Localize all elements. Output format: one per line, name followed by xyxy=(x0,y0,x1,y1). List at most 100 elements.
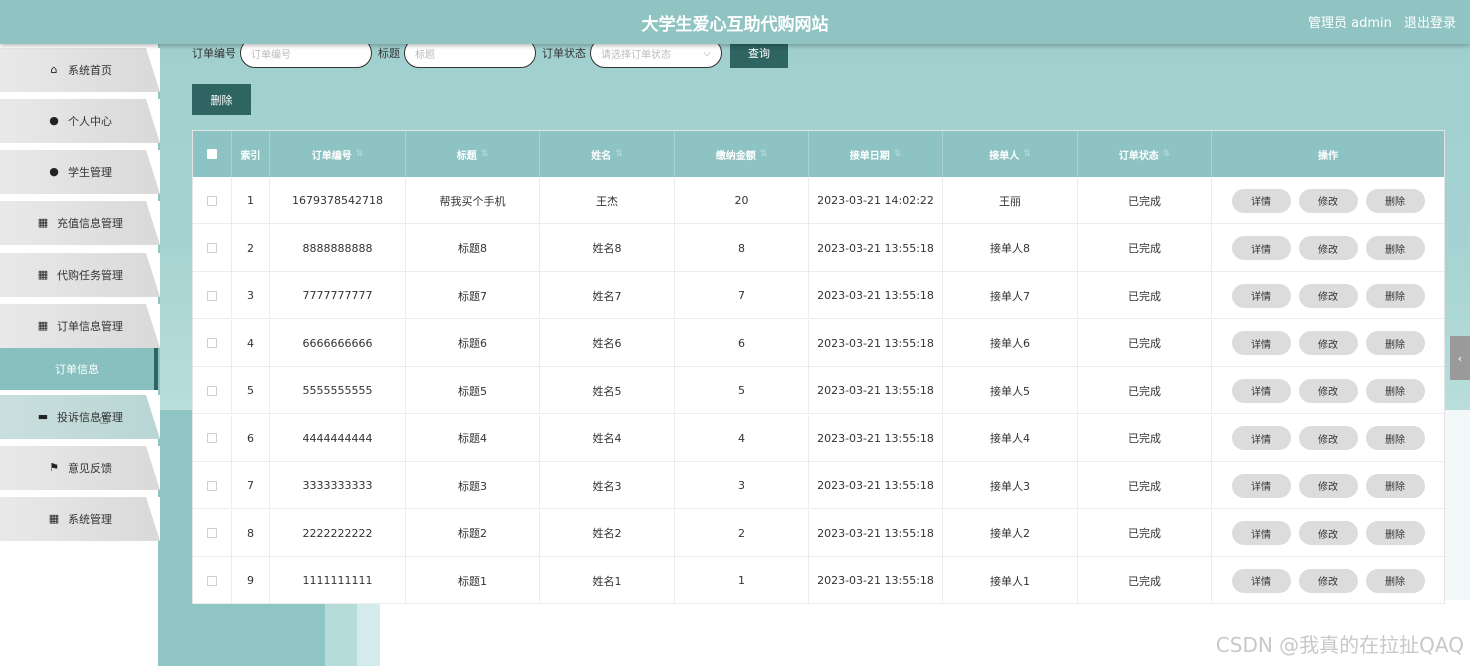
cell-name: 姓名8 xyxy=(540,224,675,272)
cell-name: 王杰 xyxy=(540,177,675,224)
cell-amount: 20 xyxy=(675,177,809,224)
detail-button[interactable]: 详情 xyxy=(1231,426,1291,450)
cell-amount: 5 xyxy=(675,367,809,414)
sidebar-item-recharge[interactable]: ▦ 充值信息管理 xyxy=(0,201,160,245)
header-taker[interactable]: 接单人 ⇅ xyxy=(943,131,1078,177)
header-title[interactable]: 标题 ⇅ xyxy=(406,131,540,177)
cell-actions: 详情 修改 删除 xyxy=(1212,510,1444,557)
cell-status: 已完成 xyxy=(1078,367,1212,414)
detail-button[interactable]: 详情 xyxy=(1231,521,1291,545)
select-all-checkbox[interactable] xyxy=(207,149,217,159)
cell-order-no: 7777777777 xyxy=(270,272,406,319)
row-checkbox[interactable] xyxy=(207,290,217,301)
row-checkbox[interactable] xyxy=(207,385,217,396)
row-checkbox[interactable] xyxy=(207,433,217,443)
table-row: 9 1111111111 标题1 姓名1 1 2023-03-21 13:55:18 接单人… xyxy=(193,557,1444,604)
edit-button[interactable]: 修改 xyxy=(1298,568,1358,593)
sidebar-subitem-order-info[interactable]: 订单信息 xyxy=(0,348,158,390)
table-row: 7 3333333333 标题3 姓名3 3 2023-03-21 13:55:18 接单人… xyxy=(193,462,1444,509)
row-delete-button[interactable]: 删除 xyxy=(1365,521,1425,545)
cell-taker: 接单人2 xyxy=(943,509,1078,557)
edit-button[interactable]: 修改 xyxy=(1298,521,1358,545)
cell-index: 6 xyxy=(232,414,270,462)
header-name[interactable]: 姓名 ⇅ xyxy=(540,131,675,177)
sidebar-item-students[interactable]: ● 学生管理 xyxy=(0,150,160,194)
watermark: CSDN @我真的在拉扯QAQ xyxy=(1215,633,1464,657)
cell-index: 8 xyxy=(232,509,270,557)
detail-button[interactable]: 详情 xyxy=(1231,568,1291,593)
header-order-no[interactable]: 订单编号 ⇅ xyxy=(270,131,406,177)
cell-title: 标题4 xyxy=(406,414,540,462)
sidebar-item-tasks[interactable]: ▦ 代购任务管理 xyxy=(0,253,160,297)
edit-button[interactable]: 修改 xyxy=(1298,378,1358,403)
sidebar-item-label: 意见反馈 xyxy=(68,462,112,475)
sidebar-item-label: 系统管理 xyxy=(68,513,112,526)
detail-button[interactable]: 详情 xyxy=(1231,378,1291,403)
row-delete-button[interactable]: 删除 xyxy=(1365,283,1425,308)
cell-taker: 接单人4 xyxy=(943,414,1078,462)
edit-button[interactable]: 修改 xyxy=(1298,331,1358,355)
row-delete-button[interactable]: 删除 xyxy=(1365,426,1425,450)
cell-date: 2023-03-21 13:55:18 xyxy=(809,557,943,604)
table-row: 8 2222222222 标题2 姓名2 2 2023-03-21 13:55:18 接单人… xyxy=(193,509,1444,557)
detail-button[interactable]: 详情 xyxy=(1231,473,1291,498)
detail-button[interactable]: 详情 xyxy=(1231,236,1291,260)
grid-icon: ▦ xyxy=(37,268,49,281)
row-checkbox[interactable] xyxy=(207,338,217,348)
sort-icon: ⇅ xyxy=(1023,149,1031,159)
cell-status: 已完成 xyxy=(1078,272,1212,319)
header-amount[interactable]: 缴纳金额 ⇅ xyxy=(675,131,809,177)
row-delete-button[interactable]: 删除 xyxy=(1365,236,1425,260)
row-checkbox-cell xyxy=(193,367,232,414)
cell-amount: 1 xyxy=(675,557,809,604)
row-checkbox[interactable] xyxy=(207,575,217,586)
detail-button[interactable]: 详情 xyxy=(1231,188,1291,213)
header-index: 索引 xyxy=(232,131,270,177)
cell-taker: 接单人5 xyxy=(943,367,1078,414)
detail-button[interactable]: 详情 xyxy=(1231,283,1291,308)
row-checkbox[interactable] xyxy=(207,195,217,206)
row-delete-button[interactable]: 删除 xyxy=(1365,331,1425,355)
sidebar-item-system[interactable]: ▦ 系统管理 xyxy=(0,497,160,541)
sidebar-item-orders[interactable]: ▦ 订单信息管理 xyxy=(0,304,160,348)
row-delete-button[interactable]: 删除 xyxy=(1365,188,1425,213)
header-date[interactable]: 接单日期 ⇅ xyxy=(809,131,943,177)
edit-button[interactable]: 修改 xyxy=(1298,473,1358,498)
row-delete-button[interactable]: 删除 xyxy=(1365,473,1425,498)
grid-icon: ▦ xyxy=(37,319,49,332)
header-label: 缴纳金额 xyxy=(715,150,756,162)
header-status[interactable]: 订单状态 ⇅ xyxy=(1078,131,1212,177)
sort-icon: ⇅ xyxy=(355,149,364,159)
table-row: 4 6666666666 标题6 姓名6 6 2023-03-21 13:55:18 接单人… xyxy=(193,319,1444,367)
cell-taker: 王丽 xyxy=(943,177,1078,224)
logout-link[interactable]: 退出登录 xyxy=(1404,16,1456,31)
sidebar-item-feedback[interactable]: ⚑ 意见反馈 xyxy=(0,446,160,490)
header-label: 姓名 xyxy=(591,150,612,162)
detail-button[interactable]: 详情 xyxy=(1231,331,1291,355)
delete-button[interactable]: 删除 xyxy=(192,84,251,115)
home-icon: ⌂ xyxy=(50,63,58,76)
row-checkbox-cell xyxy=(193,272,232,319)
cell-title: 标题6 xyxy=(406,319,540,367)
placeholder: 订单编号 xyxy=(251,49,291,61)
user-icon: ● xyxy=(49,165,59,178)
edit-button[interactable]: 修改 xyxy=(1298,236,1358,260)
table-row: 1 1679378542718 帮我买个手机 王杰 20 2023-03-21 14:02… xyxy=(193,177,1444,224)
row-delete-button[interactable]: 删除 xyxy=(1365,568,1425,593)
sidebar-item-home[interactable]: ⌂ 系统首页 xyxy=(0,48,160,92)
sidebar-item-personal-center[interactable]: ● 个人中心 xyxy=(0,99,160,143)
edit-button[interactable]: 修改 xyxy=(1298,283,1358,308)
row-checkbox[interactable] xyxy=(207,480,217,491)
cell-name: 姓名6 xyxy=(540,319,675,367)
edit-button[interactable]: 修改 xyxy=(1298,426,1358,450)
row-checkbox[interactable] xyxy=(207,243,217,253)
cell-order-no: 8888888888 xyxy=(270,224,406,272)
grid-icon: ▦ xyxy=(37,216,49,229)
sidebar: ⌂ 系统首页 ● 个人中心 ● 学生管理 ▦ 充值信息管理 ▦ 代购任务管理 ▦… xyxy=(0,44,160,666)
row-checkbox[interactable] xyxy=(207,528,217,538)
sidebar-item-complaints[interactable]: ▬ 投诉信息管理 xyxy=(0,395,160,439)
edit-button[interactable]: 修改 xyxy=(1298,188,1358,213)
side-collapse-tab[interactable]: ‹ xyxy=(1450,336,1470,380)
row-delete-button[interactable]: 删除 xyxy=(1365,378,1425,403)
status-label: 订单状态 xyxy=(542,47,586,60)
